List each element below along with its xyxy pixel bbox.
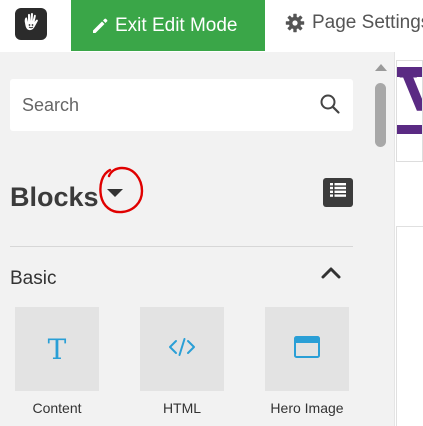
chevron-up-icon[interactable]	[320, 265, 342, 281]
logo-band-bottom	[397, 125, 422, 134]
section-label-basic: Basic	[10, 268, 57, 289]
list-icon	[330, 183, 346, 202]
list-view-button[interactable]	[323, 178, 353, 207]
scroll-thumb[interactable]	[375, 83, 386, 147]
divider	[10, 246, 353, 247]
panel-scrollbar[interactable]	[368, 52, 394, 426]
block-label-content: Content	[32, 400, 82, 416]
page-logo-image: V	[396, 60, 423, 162]
gear-icon	[285, 13, 305, 33]
search-box	[10, 79, 353, 131]
block-tile-html[interactable]	[140, 307, 224, 391]
block-tile-content[interactable]: T	[15, 307, 99, 391]
block-tile-hero-image[interactable]	[265, 307, 349, 391]
scroll-up-arrow-icon[interactable]	[375, 64, 387, 71]
concrete-hand-icon	[20, 11, 42, 38]
panel-title: Blocks	[10, 182, 99, 212]
toolbar: Exit Edit Mode Page Settings	[0, 0, 423, 52]
code-icon	[168, 337, 196, 362]
text-t-icon: T	[47, 332, 67, 366]
search-input[interactable]	[22, 93, 302, 117]
blocks-panel: Blocks Basic T	[0, 52, 368, 426]
search-icon[interactable]	[319, 93, 341, 120]
exit-edit-mode-button[interactable]: Exit Edit Mode	[71, 0, 265, 51]
exit-edit-mode-label: Exit Edit Mode	[115, 14, 238, 36]
block-label-hero-image: Hero Image	[270, 400, 344, 416]
window-icon	[293, 335, 321, 364]
page-content-card	[396, 226, 423, 426]
page-settings-label: Page Settings	[312, 12, 423, 33]
pencil-icon	[91, 17, 109, 35]
logo-letter-graphic: V	[400, 69, 422, 119]
page-settings-button[interactable]: Page Settings	[285, 0, 423, 46]
red-circle-annotation	[99, 166, 144, 214]
block-label-html: HTML	[162, 400, 202, 416]
concrete-logo-button[interactable]	[15, 8, 47, 40]
